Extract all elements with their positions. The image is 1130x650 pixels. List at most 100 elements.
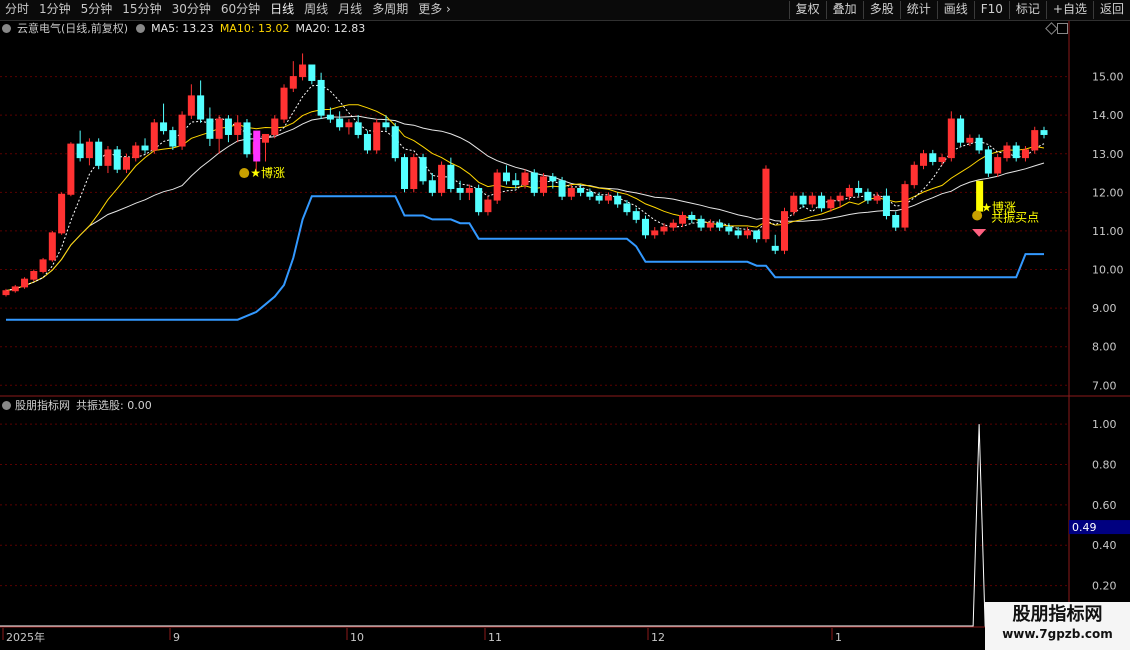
candle-body (762, 168, 770, 240)
candle-body (438, 164, 446, 193)
candle-body (984, 149, 992, 174)
candle-body (567, 187, 575, 197)
candle-body (827, 199, 835, 209)
candle-body (206, 118, 214, 139)
candle-body (401, 157, 409, 189)
ind-tick-1: 0.80 (1092, 458, 1117, 471)
candle-body (1003, 145, 1011, 159)
candle-body (104, 149, 112, 166)
candle-body (540, 176, 548, 193)
candle-body (864, 191, 872, 201)
candle-body (734, 230, 742, 236)
candle-body (920, 153, 928, 166)
candle-body (224, 118, 232, 135)
candle-body (21, 278, 29, 288)
price-tick-3: 12.00 (1092, 186, 1124, 199)
watermark-title: 股朋指标网 (1012, 604, 1103, 625)
candle-body (586, 191, 594, 197)
date-label-4: 12 (651, 631, 665, 644)
candle-body (753, 230, 761, 240)
candle-body (632, 211, 640, 220)
candle-body (604, 195, 612, 201)
candle-body (660, 226, 668, 232)
candle-body (261, 133, 270, 143)
ind-tick-3: 0.40 (1092, 539, 1117, 552)
candle-body (873, 195, 881, 201)
candle-body (892, 215, 900, 228)
candle-body (1021, 149, 1029, 159)
candle-body (67, 143, 75, 195)
candle-body (122, 157, 130, 170)
candle-body (308, 64, 316, 81)
candle-body (706, 222, 714, 228)
candle-body (994, 157, 1002, 174)
candle-body (363, 133, 371, 151)
indicator-dot-icon[interactable] (2, 401, 11, 410)
candle-body (169, 130, 177, 147)
candle-body (901, 184, 909, 228)
candle-body (641, 218, 649, 236)
date-label-1: 9 (173, 631, 180, 644)
candle-body (456, 187, 464, 193)
candle-body (780, 211, 789, 251)
candle-body (48, 232, 56, 261)
candle-body (215, 118, 223, 139)
signal-label-1: ★博涨 (250, 165, 285, 180)
price-tick-7: 8.00 (1092, 341, 1117, 354)
candle-body (447, 164, 455, 189)
candle-body (938, 157, 946, 162)
candle-body (743, 230, 751, 236)
candle-body (289, 76, 297, 89)
price-tick-1: 14.00 (1092, 109, 1124, 122)
candle-body (595, 195, 603, 201)
candle-body (790, 195, 798, 213)
candle-body (197, 95, 205, 120)
current-value: 0.49 (1072, 521, 1097, 534)
candle-body (966, 137, 974, 143)
price-tick-2: 13.00 (1092, 148, 1124, 161)
candle-body (818, 195, 826, 209)
candle-body (771, 245, 779, 251)
candle-body (317, 79, 325, 116)
candle-body (428, 180, 436, 193)
candle-body (141, 145, 149, 151)
candle-body (475, 187, 483, 213)
candle-body (577, 187, 585, 193)
candle-body (502, 172, 510, 182)
candle-body (549, 176, 557, 182)
candle-body (2, 290, 10, 296)
candle-body (299, 64, 307, 78)
candle-body (345, 122, 353, 128)
candle-body (113, 149, 121, 170)
candle-body (234, 122, 242, 135)
candle-body (336, 118, 344, 128)
price-tick-5: 10.00 (1092, 264, 1124, 277)
candle-body (716, 222, 724, 228)
candle-body (1012, 145, 1020, 159)
candle-body (465, 187, 473, 193)
candle-body (845, 187, 853, 197)
candle-body (530, 172, 538, 193)
ind-tick-2: 0.60 (1092, 499, 1117, 512)
candle-body (178, 114, 186, 147)
indicator-label: 共振选股: 0.00 (76, 399, 152, 412)
candle-body (391, 126, 399, 159)
candle-body (419, 157, 427, 182)
kline-chart[interactable]: 15.0014.0013.0012.0011.0010.009.008.007.… (0, 0, 1130, 650)
candle-body (929, 153, 937, 162)
candle-body (975, 137, 983, 151)
indicator-line (0, 424, 1069, 627)
money-bag-icon (239, 168, 250, 179)
candle-body (669, 222, 677, 228)
candle-body (614, 195, 622, 205)
date-label-5: 1 (835, 631, 842, 644)
candle-body (243, 122, 251, 155)
ind-tick-4: 0.20 (1092, 580, 1117, 593)
candle-body (493, 172, 501, 201)
indicator-title: 股朋指标网 (15, 399, 70, 412)
ind-tick-0: 1.00 (1092, 418, 1117, 431)
candle-body (1040, 130, 1048, 135)
candle-body (957, 118, 965, 143)
candle-body (271, 118, 279, 135)
price-tick-6: 9.00 (1092, 302, 1117, 315)
